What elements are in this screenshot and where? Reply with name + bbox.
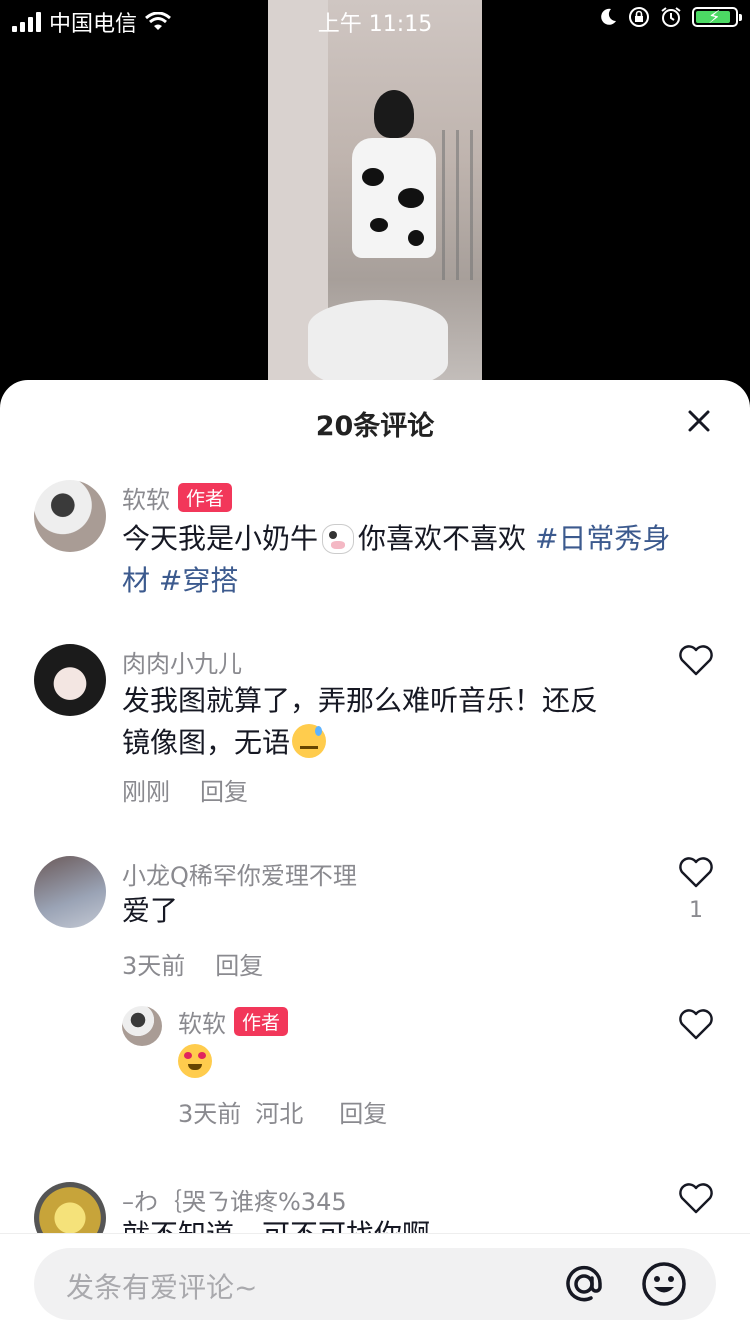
cow-emoji-icon	[322, 524, 355, 554]
reply-item: 软软 作者 3天前 河北 回复	[0, 1004, 750, 1144]
comment-time: 3天前	[178, 1100, 242, 1128]
status-bar: 中国电信 上午 11:15 ⚡	[0, 0, 750, 40]
reply-button[interactable]: 回复	[339, 1094, 387, 1129]
heart-icon	[679, 1009, 713, 1040]
battery-charging-icon: ⚡	[692, 7, 742, 28]
status-right: ⚡	[598, 6, 742, 28]
reply-button[interactable]: 回复	[215, 946, 263, 981]
comment-text: 今天我是小奶牛 你喜欢不喜欢 #日常秀身 材 #穿搭	[122, 522, 671, 597]
comment-item: 软软 作者 今天我是小奶牛 你喜欢不喜欢 #日常秀身 材 #穿搭	[0, 480, 750, 610]
comment-input-bar: 发条有爱评论~	[0, 1233, 750, 1334]
comment-item: –わ｛哭ㄋ谁疼%345 就不知道，可不可找你啊	[0, 1182, 750, 1234]
like-count: 1	[689, 898, 703, 923]
orientation-lock-icon	[629, 7, 649, 27]
heart-icon	[679, 857, 713, 888]
heart-eyes-emoji-icon	[178, 1044, 212, 1078]
close-icon[interactable]	[682, 404, 716, 438]
comment-text	[178, 1042, 212, 1084]
author-badge: 作者	[178, 483, 233, 512]
comment-input-placeholder: 发条有爱评论~	[66, 1271, 258, 1304]
avatar[interactable]	[34, 480, 106, 552]
video-stool	[308, 300, 448, 390]
hashtag-link[interactable]: #日常秀身	[535, 522, 670, 555]
comment-text: 就不知道，可不可找你啊	[122, 1214, 430, 1234]
comment-time: 3天前	[122, 952, 186, 980]
video-subject	[338, 90, 448, 310]
avatar[interactable]	[34, 1182, 106, 1234]
heart-icon	[679, 1183, 713, 1214]
at-icon[interactable]	[560, 1260, 608, 1308]
comment-input[interactable]: 发条有爱评论~	[34, 1248, 716, 1320]
author-badge: 作者	[234, 1007, 289, 1036]
comment-author[interactable]: 软软	[178, 1004, 226, 1039]
comment-author[interactable]: 软软	[122, 480, 170, 515]
emoji-icon[interactable]	[640, 1260, 688, 1308]
avatar[interactable]	[34, 856, 106, 928]
heart-icon	[679, 645, 713, 676]
reply-button[interactable]: 回复	[200, 772, 248, 807]
like-button[interactable]: 1	[678, 856, 714, 923]
comment-time: 刚刚	[122, 778, 170, 806]
alarm-icon	[661, 7, 681, 27]
moon-icon	[601, 8, 616, 25]
comment-author[interactable]: 肉肉小九儿	[122, 644, 242, 679]
like-button[interactable]	[678, 1182, 714, 1218]
sheet-header: 20条评论	[0, 380, 750, 464]
hashtag-link-cont[interactable]: 材	[122, 564, 150, 597]
sweat-emoji-icon	[292, 724, 327, 758]
like-button[interactable]	[678, 1008, 714, 1044]
avatar[interactable]	[122, 1006, 162, 1046]
hashtag-link[interactable]: #穿搭	[159, 564, 238, 597]
comment-item: 肉肉小九儿 发我图就算了，弄那么难听音乐！还反 镜像图，无语 刚刚 回复	[0, 644, 750, 814]
video-preview[interactable]	[268, 0, 482, 400]
like-button[interactable]	[678, 644, 714, 680]
comment-sheet: 20条评论 软软 作者 今天我是小奶牛 你喜欢不喜欢 #日常秀身 材 #穿搭 肉肉…	[0, 380, 750, 1334]
comment-count-title: 20条评论	[315, 411, 435, 442]
comment-author[interactable]: 小龙Q稀罕你爱理不理	[122, 856, 357, 891]
avatar[interactable]	[34, 644, 106, 716]
comment-author[interactable]: –わ｛哭ㄋ谁疼%345	[122, 1182, 347, 1217]
comment-location: 河北	[255, 1100, 304, 1128]
comment-item: 小龙Q稀罕你爱理不理 爱了 3天前 回复 1	[0, 856, 750, 996]
comment-list[interactable]: 软软 作者 今天我是小奶牛 你喜欢不喜欢 #日常秀身 材 #穿搭 肉肉小九儿 发我…	[0, 464, 750, 1234]
comment-text: 发我图就算了，弄那么难听音乐！还反 镜像图，无语	[122, 684, 599, 759]
comment-text: 爱了	[122, 894, 179, 927]
